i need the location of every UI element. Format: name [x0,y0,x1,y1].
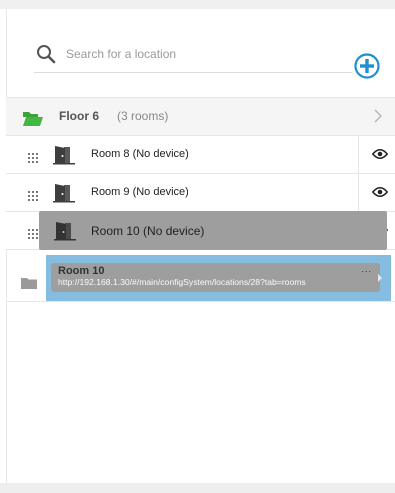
drag-handle-icon[interactable] [28,226,38,239]
row-divider [358,174,359,211]
search-input[interactable] [64,42,348,66]
drag-link-tooltip: Room 10 http://192.168.1.30/#/main/confi… [51,263,380,292]
door-icon [53,145,75,165]
room-row[interactable]: Room 9 (No device) [6,174,395,212]
tooltip-title: Room 10 [58,265,105,277]
tooltip-url: http://192.168.1.30/#/main/configSystem/… [58,277,306,287]
room-row[interactable]: Room 8 (No device) [6,136,395,174]
folder-icon [21,276,37,289]
eye-icon[interactable] [371,185,389,198]
drag-handle-icon[interactable] [28,188,38,201]
search-bar [34,38,352,73]
door-icon [53,183,75,203]
tooltip-more: ... [361,264,372,274]
folder-open-icon [22,111,44,127]
plus-circle-icon [353,53,381,83]
room-label: Room 8 (No device) [91,148,189,160]
search-icon [34,43,58,65]
floor-room-count: (3 rooms) [117,109,169,123]
add-location-button[interactable] [353,52,381,80]
drag-handle-icon[interactable] [28,150,38,163]
drag-ghost-room[interactable]: Room 10 (No device) [39,211,387,250]
door-icon [54,221,76,241]
row-divider [358,136,359,173]
tooltip-caret [378,274,382,282]
floor-name: Floor 6 [59,109,100,123]
top-bar [0,0,395,9]
room-label: Room 9 (No device) [91,186,189,198]
eye-icon[interactable] [371,147,389,160]
floor-header[interactable]: Floor 6 (3 rooms) [6,97,395,136]
bottom-bar [0,483,395,493]
chevron-right-icon[interactable] [372,107,384,125]
drag-ghost-label: Room 10 (No device) [91,224,205,238]
